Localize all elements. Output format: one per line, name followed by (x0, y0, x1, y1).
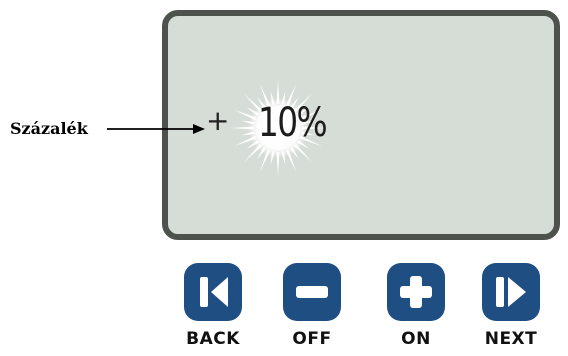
next-button[interactable] (482, 263, 540, 321)
percentage-value: 10% (258, 100, 328, 146)
back-button[interactable] (184, 263, 242, 321)
indicator-plus-symbol: + (206, 104, 230, 137)
on-button-label: ON (401, 329, 431, 349)
minus-icon (296, 286, 328, 298)
off-button-label: OFF (292, 329, 332, 349)
back-button-label: BACK (186, 329, 240, 349)
next-icon (496, 277, 526, 307)
callout-label: Százalék (10, 119, 88, 138)
plus-icon (400, 276, 432, 308)
arrow-right-icon (107, 124, 205, 134)
on-button[interactable] (387, 263, 445, 321)
back-icon (200, 277, 228, 307)
off-button[interactable] (283, 263, 341, 321)
next-button-label: NEXT (484, 329, 538, 349)
